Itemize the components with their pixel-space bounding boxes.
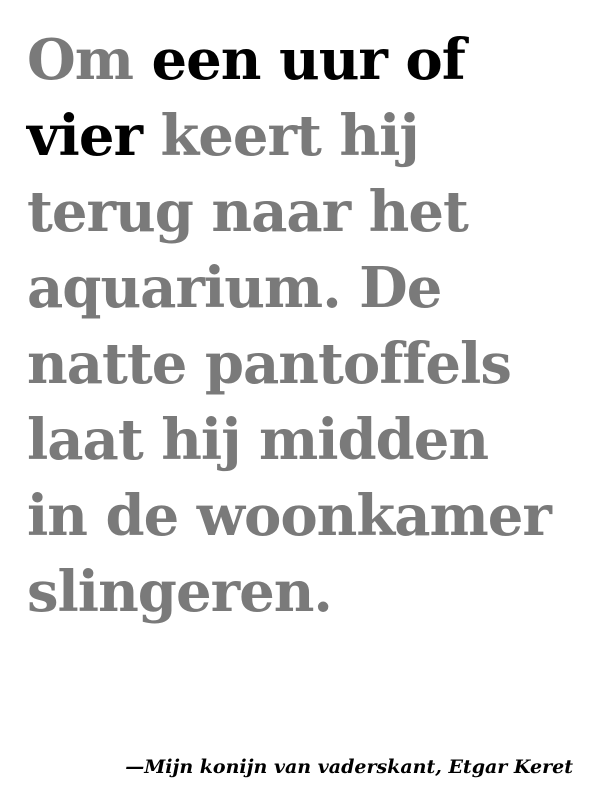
quote-line: terug naar het [27, 174, 587, 250]
quote-line: natte pantoffels [27, 326, 587, 402]
quote-line: laat hij midden [27, 402, 587, 478]
quote-segment: natte pantoffels [27, 331, 512, 397]
quote-segment: laat hij midden [27, 407, 489, 473]
quote-segment: Om [27, 27, 152, 93]
quote-segment: slingeren. [27, 559, 333, 625]
quote-segment: keert hij [141, 103, 419, 169]
quote-segment: aquarium. De [27, 255, 442, 321]
quote-line: aquarium. De [27, 250, 587, 326]
quote-line: vier keert hij [27, 98, 587, 174]
quote-segment: in de woonkamer [27, 483, 552, 549]
quote-line: in de woonkamer [27, 478, 587, 554]
quote-segment: terug naar het [27, 179, 469, 245]
quote-highlight: een uur of [151, 27, 466, 93]
quote-highlight: vier [27, 103, 143, 169]
quote-attribution: —Mijn konijn van vaderskant, Etgar Keret [125, 756, 573, 778]
quote-line: slingeren. [27, 554, 587, 630]
quote-line: Om een uur of [27, 22, 587, 98]
quote-text: Om een uur of vier keert hij terug naar … [27, 22, 587, 630]
